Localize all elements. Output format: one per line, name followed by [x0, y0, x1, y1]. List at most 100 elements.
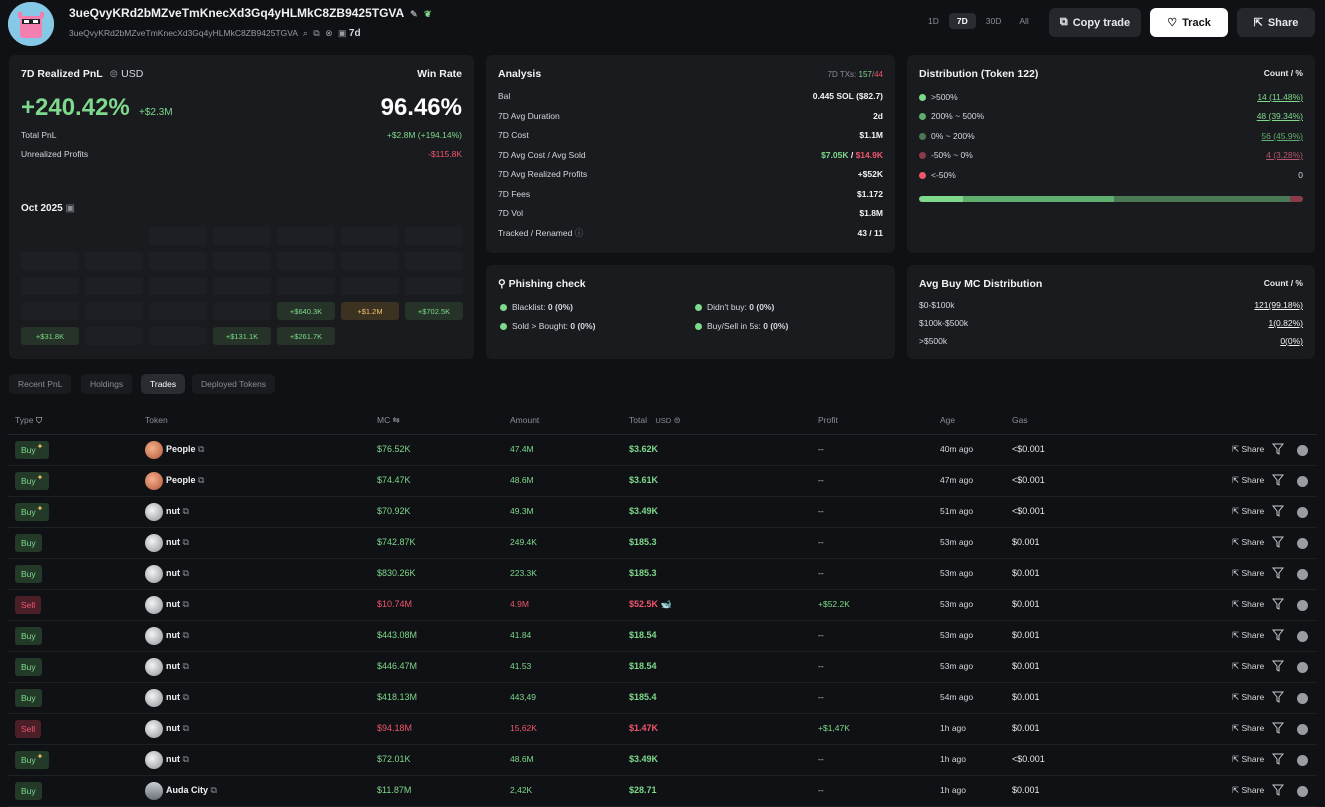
- calendar-day-profit[interactable]: +$131.1K: [213, 327, 271, 345]
- calendar-day-profit[interactable]: +$1.2M: [341, 302, 399, 320]
- calendar-day[interactable]: [85, 302, 143, 320]
- calendar-day[interactable]: [277, 277, 335, 295]
- token-name[interactable]: nut ⧉: [166, 599, 189, 610]
- table-row[interactable]: Buy nut ⧉ $742.87K 249.4K $185.3 -- 53m ago $0.…: [8, 528, 1317, 559]
- calendar-day[interactable]: [277, 227, 335, 245]
- filter-icon[interactable]: [1272, 474, 1284, 486]
- row-share-button[interactable]: ⇱ Share: [1232, 599, 1264, 610]
- token-name[interactable]: nut ⧉: [166, 537, 189, 548]
- row-share-button[interactable]: ⇱ Share: [1232, 475, 1264, 486]
- mc-range-value[interactable]: 121(99.18%): [1254, 300, 1303, 310]
- more-icon[interactable]: [1297, 755, 1308, 766]
- more-icon[interactable]: [1297, 507, 1308, 518]
- info-icon[interactable]: ⓘ: [575, 228, 584, 238]
- filter-icon[interactable]: [1272, 567, 1284, 579]
- row-share-button[interactable]: ⇱ Share: [1232, 537, 1264, 548]
- filter-icon[interactable]: [1272, 536, 1284, 548]
- filter-icon[interactable]: [1272, 691, 1284, 703]
- token-name[interactable]: Auda City ⧉: [166, 785, 217, 796]
- distribution-value[interactable]: 4 (3.28%): [1266, 150, 1303, 160]
- period-7d[interactable]: 7D: [948, 13, 976, 29]
- table-row[interactable]: Buy nut ⧉ $443.08M 41.84 $18.54 -- 53m ago $0.0…: [8, 621, 1317, 652]
- row-share-button[interactable]: ⇱ Share: [1232, 754, 1264, 765]
- filter-icon[interactable]: [1272, 722, 1284, 734]
- calendar-day[interactable]: [405, 252, 463, 270]
- column-type[interactable]: Type ⛉: [15, 415, 42, 426]
- wallet-address[interactable]: 3ueQvyKRd2bMZveTmKnecXd3Gq4yHLMkC8ZB9425…: [69, 6, 432, 20]
- calendar-day[interactable]: [85, 327, 143, 345]
- copy-icon[interactable]: ⧉: [183, 630, 189, 640]
- track-button[interactable]: ♡ Track: [1150, 8, 1228, 37]
- mc-range-value[interactable]: 0(0%): [1280, 336, 1303, 346]
- calendar-day[interactable]: [149, 252, 207, 270]
- row-share-button[interactable]: ⇱ Share: [1232, 785, 1264, 796]
- distribution-value[interactable]: 56 (45.9%): [1261, 131, 1303, 141]
- more-icon[interactable]: [1297, 724, 1308, 735]
- column-mc[interactable]: MC ⇆: [377, 415, 400, 426]
- copy-icon[interactable]: ⧉: [211, 785, 217, 795]
- table-row[interactable]: Buy ✦ nut ⧉ $72.01K 48.6M $3.49K -- 1h ago <$0.0…: [8, 745, 1317, 776]
- filter-icon[interactable]: [1272, 598, 1284, 610]
- search-icon[interactable]: ⌕: [303, 28, 308, 39]
- copy-icon[interactable]: ⧉: [313, 28, 319, 39]
- mc-range-value[interactable]: 1(0.82%): [1269, 318, 1304, 328]
- distribution-value[interactable]: 14 (11.48%): [1257, 92, 1303, 102]
- table-row[interactable]: Sell nut ⧉ $94.18M 15,62K $1.47K +$1,47K 1h ag…: [8, 714, 1317, 745]
- calendar-day[interactable]: [85, 252, 143, 270]
- copy-icon[interactable]: ⧉: [183, 568, 189, 578]
- calendar-day[interactable]: [341, 277, 399, 295]
- table-row[interactable]: Buy ✦ nut ⧉ $70.92K 49.3M $3.49K -- 51m ago <$0.…: [8, 497, 1317, 528]
- calendar-day[interactable]: [85, 277, 143, 295]
- filter-icon[interactable]: [1272, 753, 1284, 765]
- filter-icon[interactable]: [1272, 784, 1284, 796]
- copy-icon[interactable]: ⧉: [183, 661, 189, 671]
- copy-icon[interactable]: ⧉: [183, 506, 189, 516]
- table-row[interactable]: Buy Auda City ⧉ $11.87M 2,42K $28.71 -- 1h ago…: [8, 776, 1317, 807]
- row-share-button[interactable]: ⇱ Share: [1232, 506, 1264, 517]
- token-name[interactable]: nut ⧉: [166, 630, 189, 641]
- copy-icon[interactable]: ⧉: [198, 444, 204, 454]
- filter-icon[interactable]: [1272, 660, 1284, 672]
- x-icon[interactable]: ⊗: [325, 28, 333, 39]
- token-name[interactable]: nut ⧉: [166, 568, 189, 579]
- table-row[interactable]: Buy ✦ People ⧉ $76.52K 47.4M $3.62K -- 40m ago <…: [8, 435, 1317, 466]
- period-1d[interactable]: 1D: [920, 13, 947, 29]
- calendar-day[interactable]: [341, 252, 399, 270]
- period-all[interactable]: All: [1011, 13, 1036, 29]
- row-share-button[interactable]: ⇱ Share: [1232, 723, 1264, 734]
- currency-toggle-icon[interactable]: ⊜: [674, 415, 681, 425]
- more-icon[interactable]: [1297, 600, 1308, 611]
- more-icon[interactable]: [1297, 445, 1308, 456]
- table-row[interactable]: Buy nut ⧉ $830.26K 223.3K $185.3 -- 53m ago $0.…: [8, 559, 1317, 590]
- total-unit-toggle[interactable]: USD: [655, 416, 671, 425]
- more-icon[interactable]: [1297, 538, 1308, 549]
- calendar-day-profit[interactable]: +$640.3K: [277, 302, 335, 320]
- row-share-button[interactable]: ⇱ Share: [1232, 444, 1264, 455]
- copy-trade-button[interactable]: ⧉ Copy trade: [1049, 8, 1141, 37]
- token-name[interactable]: People ⧉: [166, 475, 204, 486]
- calendar-day[interactable]: [149, 277, 207, 295]
- table-row[interactable]: Buy ✦ People ⧉ $74.47K 48.6M $3.61K -- 47m ago <…: [8, 466, 1317, 497]
- more-icon[interactable]: [1297, 662, 1308, 673]
- token-name[interactable]: nut ⧉: [166, 723, 189, 734]
- currency-toggle-icon[interactable]: ⊜: [109, 68, 118, 80]
- tab-trades[interactable]: Trades: [141, 374, 186, 394]
- calendar-day[interactable]: [149, 327, 207, 345]
- calendar-day[interactable]: [149, 302, 207, 320]
- calendar-day-profit[interactable]: +$702.5K: [405, 302, 463, 320]
- filter-icon[interactable]: [1272, 443, 1284, 455]
- calendar-day[interactable]: [213, 227, 271, 245]
- copy-icon[interactable]: ⧉: [183, 754, 189, 764]
- calendar-day[interactable]: [21, 277, 79, 295]
- table-row[interactable]: Buy nut ⧉ $446.47M 41.53 $18.54 -- 53m ago $0.0…: [8, 652, 1317, 683]
- edit-icon[interactable]: ✎: [410, 9, 418, 20]
- table-row[interactable]: Buy nut ⧉ $418.13M 443,49 $185.4 -- 54m ago $0.…: [8, 683, 1317, 714]
- more-icon[interactable]: [1297, 476, 1308, 487]
- row-share-button[interactable]: ⇱ Share: [1232, 661, 1264, 672]
- calendar-day[interactable]: [405, 227, 463, 245]
- calendar-day[interactable]: [21, 302, 79, 320]
- period-30d[interactable]: 30D: [978, 13, 1010, 29]
- calendar-day[interactable]: [213, 252, 271, 270]
- more-icon[interactable]: [1297, 569, 1308, 580]
- filter-icon[interactable]: ⛉: [36, 415, 42, 425]
